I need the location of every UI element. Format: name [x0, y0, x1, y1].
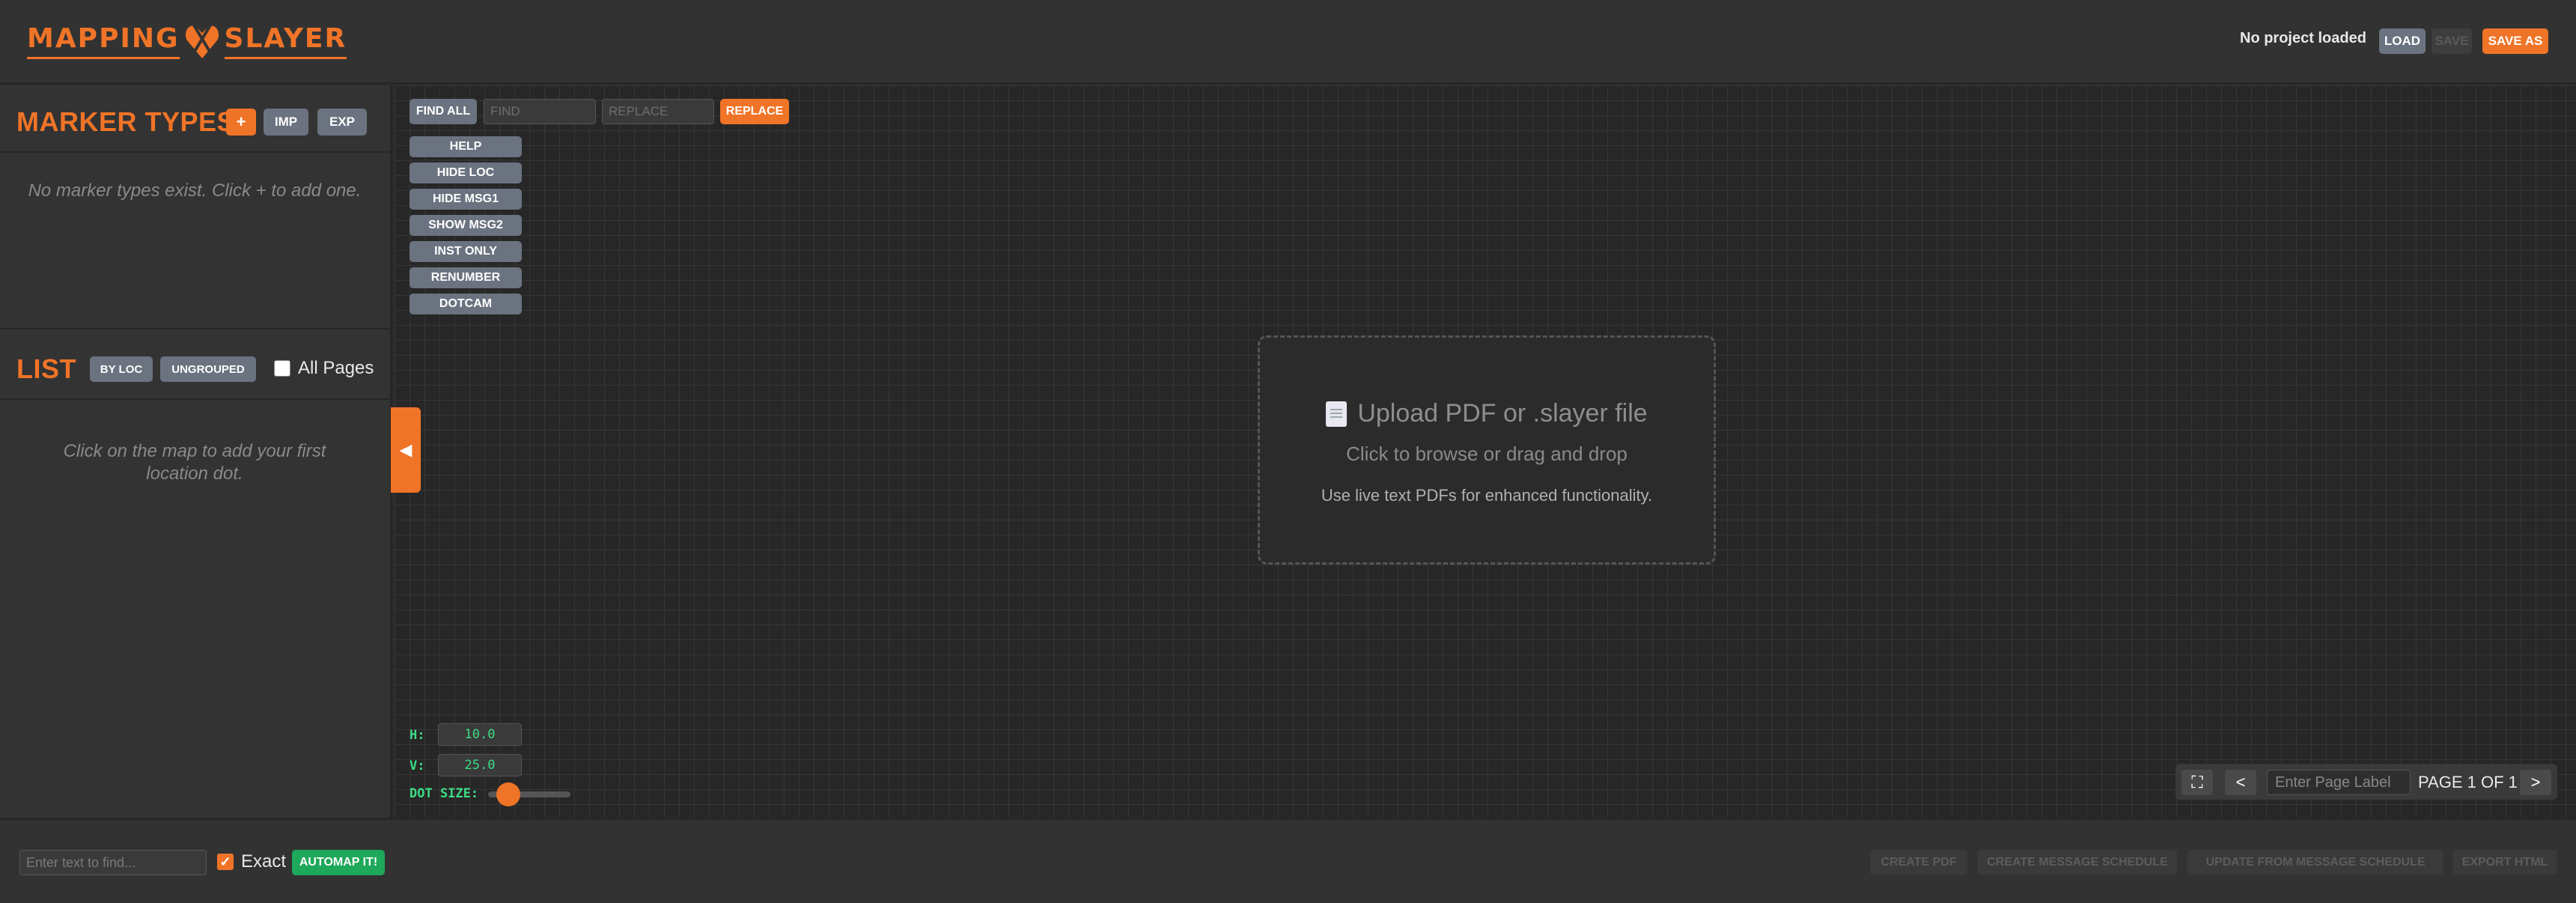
- list-empty-message: Click on the map to add your first locat…: [63, 441, 326, 484]
- dotcam-button[interactable]: DOTCAM: [409, 294, 522, 314]
- fullscreen-icon[interactable]: ⛶: [2181, 770, 2213, 795]
- app-logo: MAPPING SLAYER: [27, 18, 347, 63]
- sort-by-loc-button[interactable]: BY LOC: [90, 356, 153, 382]
- upload-title-text: Upload PDF or .slayer file: [1357, 399, 1648, 428]
- v-offset-input[interactable]: [438, 754, 522, 776]
- save-as-button[interactable]: SAVE AS: [2482, 28, 2548, 54]
- section-divider: [0, 328, 392, 329]
- upload-hint: Use live text PDFs for enhanced function…: [1321, 486, 1653, 505]
- find-all-button[interactable]: FIND ALL: [409, 99, 477, 124]
- collapse-sidebar-tab[interactable]: ◀: [391, 407, 421, 493]
- all-pages-label: All Pages: [298, 358, 374, 378]
- sidebar: MARKER TYPES + IMP EXP No marker types e…: [0, 85, 392, 818]
- replace-input[interactable]: [602, 99, 714, 124]
- v-label: V:: [409, 758, 425, 773]
- help-button[interactable]: HELP: [409, 136, 522, 157]
- next-page-button[interactable]: >: [2520, 770, 2551, 795]
- hide-msg1-button[interactable]: HIDE MSG1: [409, 189, 522, 210]
- create-message-schedule-button[interactable]: CREATE MESSAGE SCHEDULE: [1978, 850, 2177, 875]
- save-button[interactable]: SAVE: [2432, 28, 2472, 54]
- h-label: H:: [409, 728, 425, 743]
- page-label-input[interactable]: [2267, 770, 2411, 795]
- add-marker-type-button[interactable]: +: [226, 109, 256, 136]
- show-msg2-button[interactable]: SHOW MSG2: [409, 215, 522, 236]
- h-offset-input[interactable]: [438, 723, 522, 746]
- list-title: LIST: [16, 353, 76, 384]
- exact-label: Exact: [241, 851, 287, 872]
- app-header: MAPPING SLAYER No project loaded LOAD SA…: [0, 0, 2576, 84]
- create-pdf-button[interactable]: CREATE PDF: [1870, 850, 1967, 875]
- upload-dropzone[interactable]: Upload PDF or .slayer file Click to brow…: [1258, 335, 1716, 565]
- load-button[interactable]: LOAD: [2379, 28, 2426, 54]
- page-indicator: PAGE 1 OF 1: [2418, 773, 2518, 791]
- renumber-button[interactable]: RENUMBER: [409, 267, 522, 288]
- dot-size-label: DOT SIZE:: [409, 786, 479, 801]
- replace-button[interactable]: REPLACE: [720, 99, 789, 124]
- export-marker-types-button[interactable]: EXP: [317, 109, 367, 136]
- chevron-left-icon: ◀: [399, 440, 412, 459]
- export-html-button[interactable]: EXPORT HTML: [2452, 850, 2557, 875]
- document-icon: [1326, 401, 1348, 427]
- section-divider: [0, 151, 392, 153]
- upload-subtitle: Click to browse or drag and drop: [1346, 443, 1627, 465]
- inst-only-button[interactable]: INST ONLY: [409, 241, 522, 262]
- automap-button[interactable]: AUTOMAP IT!: [292, 850, 385, 875]
- exact-toggle[interactable]: ✓ Exact: [217, 851, 286, 872]
- find-input[interactable]: [484, 99, 596, 124]
- logo-text-right: SLAYER: [224, 22, 347, 59]
- all-pages-checkbox[interactable]: [274, 360, 290, 377]
- dot-size-slider-thumb[interactable]: [496, 782, 520, 806]
- hide-loc-button[interactable]: HIDE LOC: [409, 162, 522, 183]
- logo-heart-icon: [185, 22, 219, 58]
- prev-page-button[interactable]: <: [2225, 770, 2256, 795]
- app-footer: ✓ Exact AUTOMAP IT! CREATE PDF CREATE ME…: [0, 818, 2576, 903]
- logo-text-left: MAPPING: [27, 22, 180, 59]
- import-marker-types-button[interactable]: IMP: [264, 109, 308, 136]
- upload-title: Upload PDF or .slayer file: [1260, 399, 1714, 428]
- all-pages-toggle[interactable]: All Pages: [274, 358, 374, 379]
- marker-types-empty-message: No marker types exist. Click + to add on…: [28, 180, 362, 201]
- exact-checkbox[interactable]: ✓: [217, 854, 234, 870]
- page-navigation: ⛶ < PAGE 1 OF 1 >: [2175, 764, 2557, 800]
- project-status: No project loaded: [2240, 30, 2366, 46]
- ungrouped-button[interactable]: UNGROUPED: [160, 356, 256, 382]
- update-from-message-schedule-button[interactable]: UPDATE FROM MESSAGE SCHEDULE: [2187, 850, 2443, 875]
- marker-types-title: MARKER TYPES: [16, 106, 236, 137]
- automap-text-input[interactable]: [19, 850, 207, 875]
- section-divider: [0, 398, 392, 400]
